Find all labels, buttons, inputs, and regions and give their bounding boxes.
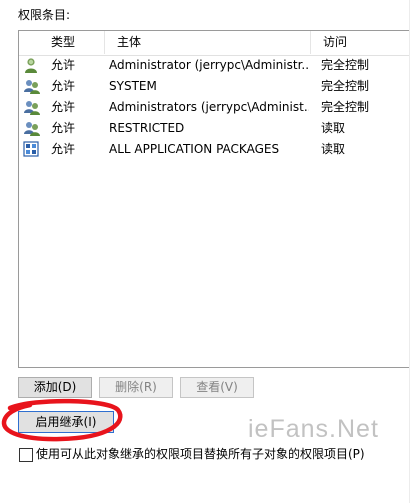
- add-button[interactable]: 添加(D): [18, 377, 92, 398]
- column-header-access[interactable]: 访问: [311, 31, 410, 54]
- entry-access: 完全控制: [321, 58, 370, 72]
- section-label: 权限条目:: [18, 8, 71, 22]
- permission-entry-row[interactable]: 允许 Administrators (jerrypc\Administ... 完…: [19, 97, 409, 118]
- entry-type: 允许: [51, 79, 76, 93]
- entry-principal: ALL APPLICATION PACKAGES: [109, 142, 280, 156]
- entry-type: 允许: [51, 121, 76, 135]
- entry-access: 完全控制: [321, 100, 370, 114]
- watermark-text: ieFans.Net: [248, 415, 379, 443]
- list-header: 类型 主体 访问: [19, 31, 409, 56]
- permission-entry-row[interactable]: 允许 Administrator (jerrypc\Administr... 完…: [19, 55, 409, 76]
- permission-entry-row[interactable]: 允许 SYSTEM 完全控制: [19, 76, 409, 97]
- entry-type: 允许: [51, 142, 76, 156]
- entry-access: 读取: [321, 142, 346, 156]
- entry-type: 允许: [51, 58, 76, 72]
- user-icon: [23, 57, 41, 74]
- entry-principal: RESTRICTED: [109, 121, 185, 135]
- column-header-type[interactable]: 类型: [39, 31, 105, 54]
- group-icon: [23, 78, 41, 95]
- entry-access: 读取: [321, 121, 346, 135]
- replace-child-permissions-label[interactable]: 使用可从此对象继承的权限项目替换所有子对象的权限项目(P): [36, 445, 365, 462]
- app-packages-icon: [23, 141, 41, 158]
- entry-access: 完全控制: [321, 79, 370, 93]
- permission-entry-row[interactable]: 允许 ALL APPLICATION PACKAGES 读取: [19, 139, 409, 160]
- annotation-circle: [1, 398, 123, 442]
- permission-entry-row[interactable]: 允许 RESTRICTED 读取: [19, 118, 409, 139]
- entry-type: 允许: [51, 100, 76, 114]
- entry-principal: Administrators (jerrypc\Administ...: [109, 100, 309, 114]
- group-icon: [23, 120, 41, 137]
- view-button[interactable]: 查看(V): [180, 377, 254, 398]
- group-icon: [23, 99, 41, 116]
- remove-button[interactable]: 删除(R): [99, 377, 173, 398]
- entry-principal: SYSTEM: [109, 79, 157, 93]
- column-header-principal[interactable]: 主体: [105, 31, 311, 54]
- entry-principal: Administrator (jerrypc\Administr...: [109, 58, 309, 72]
- permission-entries-list[interactable]: 类型 主体 访问 允许 Administrator (jerrypc\Admin…: [18, 30, 410, 368]
- replace-child-permissions-checkbox[interactable]: [19, 448, 33, 462]
